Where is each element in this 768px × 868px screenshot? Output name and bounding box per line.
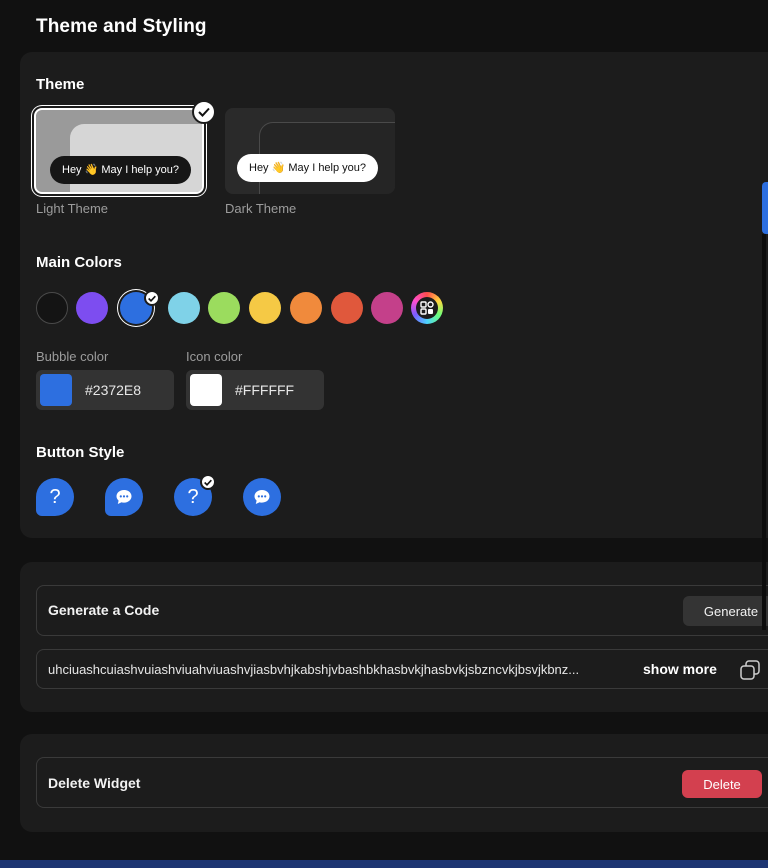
scrollbar-track[interactable] <box>762 234 766 630</box>
code-panel: Generate a Code Generate uhciuashcuiashv… <box>20 562 768 712</box>
generated-code-text: uhciuashcuiashvuiashviuahviuashvjiasbvhj… <box>48 662 580 677</box>
theme-preview-bubble: Hey 👋 May I help you? <box>237 154 379 182</box>
main-colors-title: Main Colors <box>36 254 122 271</box>
color-swatch-yellow[interactable] <box>249 292 281 324</box>
delete-panel: Delete Widget Delete <box>20 734 768 832</box>
icon-color-chip <box>190 374 222 406</box>
color-swatch-light-green[interactable] <box>208 292 240 324</box>
show-more-link[interactable]: show more <box>643 661 717 677</box>
color-swatch-pink[interactable] <box>371 292 403 324</box>
theme-preview-bubble: Hey 👋 May I help you? <box>50 156 192 184</box>
bubble-color-label: Bubble color <box>36 349 109 364</box>
delete-widget-row: Delete Widget Delete <box>36 757 768 808</box>
button-style-title: Button Style <box>36 444 125 461</box>
scroll-accent <box>762 182 768 234</box>
light-theme-label: Light Theme <box>36 201 109 216</box>
button-style-chat-round[interactable] <box>243 478 281 516</box>
generate-code-title: Generate a Code <box>48 602 160 618</box>
custom-color-picker[interactable] <box>411 292 443 324</box>
color-swatch-light-blue[interactable] <box>168 292 200 324</box>
bubble-color-chip <box>40 374 72 406</box>
code-output-row: uhciuashcuiashvuiashviuahviuashvjiasbvhj… <box>36 649 768 689</box>
palette-icon <box>416 297 438 319</box>
icon-color-field[interactable]: #FFFFFF <box>186 370 324 410</box>
question-icon: ? <box>49 486 61 508</box>
generate-button[interactable]: Generate <box>683 596 768 626</box>
selected-check-icon <box>144 290 160 306</box>
theme-section-title: Theme <box>36 76 85 93</box>
bottom-bar <box>0 860 768 868</box>
selected-check-icon <box>192 100 216 124</box>
color-swatch-purple[interactable] <box>76 292 108 324</box>
delete-widget-title: Delete Widget <box>48 775 141 791</box>
color-swatch-black[interactable] <box>36 292 68 324</box>
page-title: Theme and Styling <box>36 16 207 37</box>
generate-code-row: Generate a Code Generate <box>36 585 768 636</box>
theme-styling-panel: Theme Hey 👋 May I help you? Light Theme … <box>20 52 768 538</box>
button-style-chat-tail[interactable] <box>105 478 143 516</box>
chat-icon <box>254 490 270 504</box>
question-icon: ? <box>187 486 199 508</box>
selected-check-icon <box>200 474 216 490</box>
button-style-question-tail[interactable]: ? <box>36 478 74 516</box>
light-theme-card[interactable]: Hey 👋 May I help you? <box>34 108 204 194</box>
color-swatch-orange[interactable] <box>290 292 322 324</box>
icon-color-label: Icon color <box>186 349 243 364</box>
icon-color-value: #FFFFFF <box>235 382 295 398</box>
dark-theme-label: Dark Theme <box>225 201 297 216</box>
bubble-color-value: #2372E8 <box>85 382 142 398</box>
delete-button[interactable]: Delete <box>682 770 762 798</box>
dark-theme-card[interactable]: Hey 👋 May I help you? <box>225 108 395 194</box>
copy-icon[interactable] <box>739 659 761 681</box>
chat-icon <box>116 490 132 504</box>
bubble-color-field[interactable]: #2372E8 <box>36 370 174 410</box>
color-swatch-red-orange[interactable] <box>331 292 363 324</box>
